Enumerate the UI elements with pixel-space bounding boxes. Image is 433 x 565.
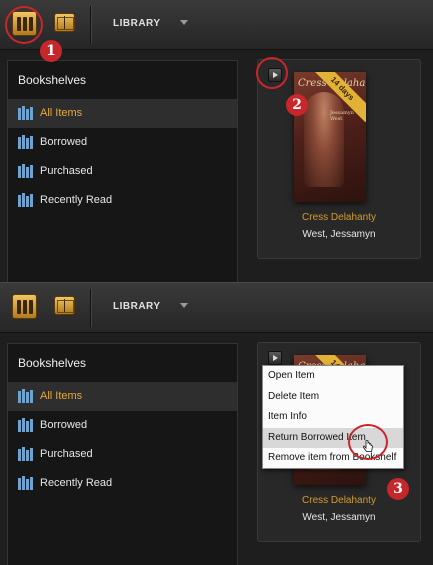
toolbar-divider (90, 6, 91, 44)
sidebar-item-label: Borrowed (40, 419, 88, 431)
panel-step-1: LIBRARY Bookshelves All Items Borrowed P… (0, 0, 433, 282)
callout-circle-2 (256, 57, 288, 89)
reading-view-button[interactable] (54, 13, 75, 32)
bookshelves-sidebar: Bookshelves All Items Borrowed Purchased… (7, 343, 238, 565)
callout-circle-3 (348, 424, 388, 460)
bookshelf-icon (18, 193, 34, 207)
sidebar-item-all-items[interactable]: All Items (8, 99, 237, 128)
bookshelf-view-button[interactable] (12, 294, 37, 319)
sidebar-item-borrowed[interactable]: Borrowed (8, 128, 237, 157)
sidebar-item-all-items[interactable]: All Items (8, 382, 237, 411)
bookshelf-icon (18, 476, 34, 490)
chevron-down-icon[interactable] (180, 303, 188, 308)
callout-number-2: 2 (286, 94, 308, 116)
sidebar-item-label: All Items (40, 107, 83, 119)
sidebar-item-label: Purchased (40, 448, 93, 460)
book-author: West, Jessamyn (302, 512, 376, 523)
sidebar-item-recently-read[interactable]: Recently Read (8, 186, 237, 215)
loan-days-ribbon: 14 days (314, 72, 366, 123)
reading-view-button[interactable] (54, 296, 75, 315)
menu-item-open-item[interactable]: Open Item (263, 366, 403, 387)
sidebar-title: Bookshelves (18, 356, 87, 370)
toolbar-divider (90, 289, 91, 327)
menu-item-item-info[interactable]: Item Info (263, 407, 403, 428)
bookshelf-icon (18, 389, 34, 403)
sidebar-title: Bookshelves (18, 73, 87, 87)
toolbar: LIBRARY (0, 283, 433, 333)
book-tile: Cress Delahanty Jessamyn West 14 days Cr… (257, 59, 421, 259)
bookshelves-sidebar: Bookshelves All Items Borrowed Purchased… (7, 60, 238, 282)
bookshelf-icon (18, 164, 34, 178)
menu-item-delete-item[interactable]: Delete Item (263, 387, 403, 408)
book-author: West, Jessamyn (302, 229, 376, 240)
callout-circle-1 (5, 6, 43, 44)
bookshelf-icon (18, 135, 34, 149)
sidebar-item-label: Purchased (40, 165, 93, 177)
callout-number-3: 3 (387, 478, 409, 500)
sidebar-item-label: Recently Read (40, 477, 113, 489)
library-menu-label[interactable]: LIBRARY (113, 301, 161, 312)
sidebar-item-purchased[interactable]: Purchased (8, 157, 237, 186)
toolbar: LIBRARY (0, 0, 433, 50)
item-menu-button[interactable] (268, 351, 282, 365)
sidebar-item-label: All Items (40, 390, 83, 402)
bookshelf-icon (18, 447, 34, 461)
sidebar-item-recently-read[interactable]: Recently Read (8, 469, 237, 498)
bookshelf-icon (18, 106, 34, 120)
sidebar-item-purchased[interactable]: Purchased (8, 440, 237, 469)
book-title[interactable]: Cress Delahanty (258, 212, 420, 223)
sidebar-item-borrowed[interactable]: Borrowed (8, 411, 237, 440)
book-cover[interactable]: Cress Delahanty Jessamyn West 14 days (294, 72, 366, 202)
sidebar-item-label: Borrowed (40, 136, 88, 148)
callout-number-1: 1 (40, 40, 62, 62)
bookshelf-icon (18, 418, 34, 432)
chevron-down-icon[interactable] (180, 20, 188, 25)
library-menu-label[interactable]: LIBRARY (113, 18, 161, 29)
sidebar-item-label: Recently Read (40, 194, 113, 206)
